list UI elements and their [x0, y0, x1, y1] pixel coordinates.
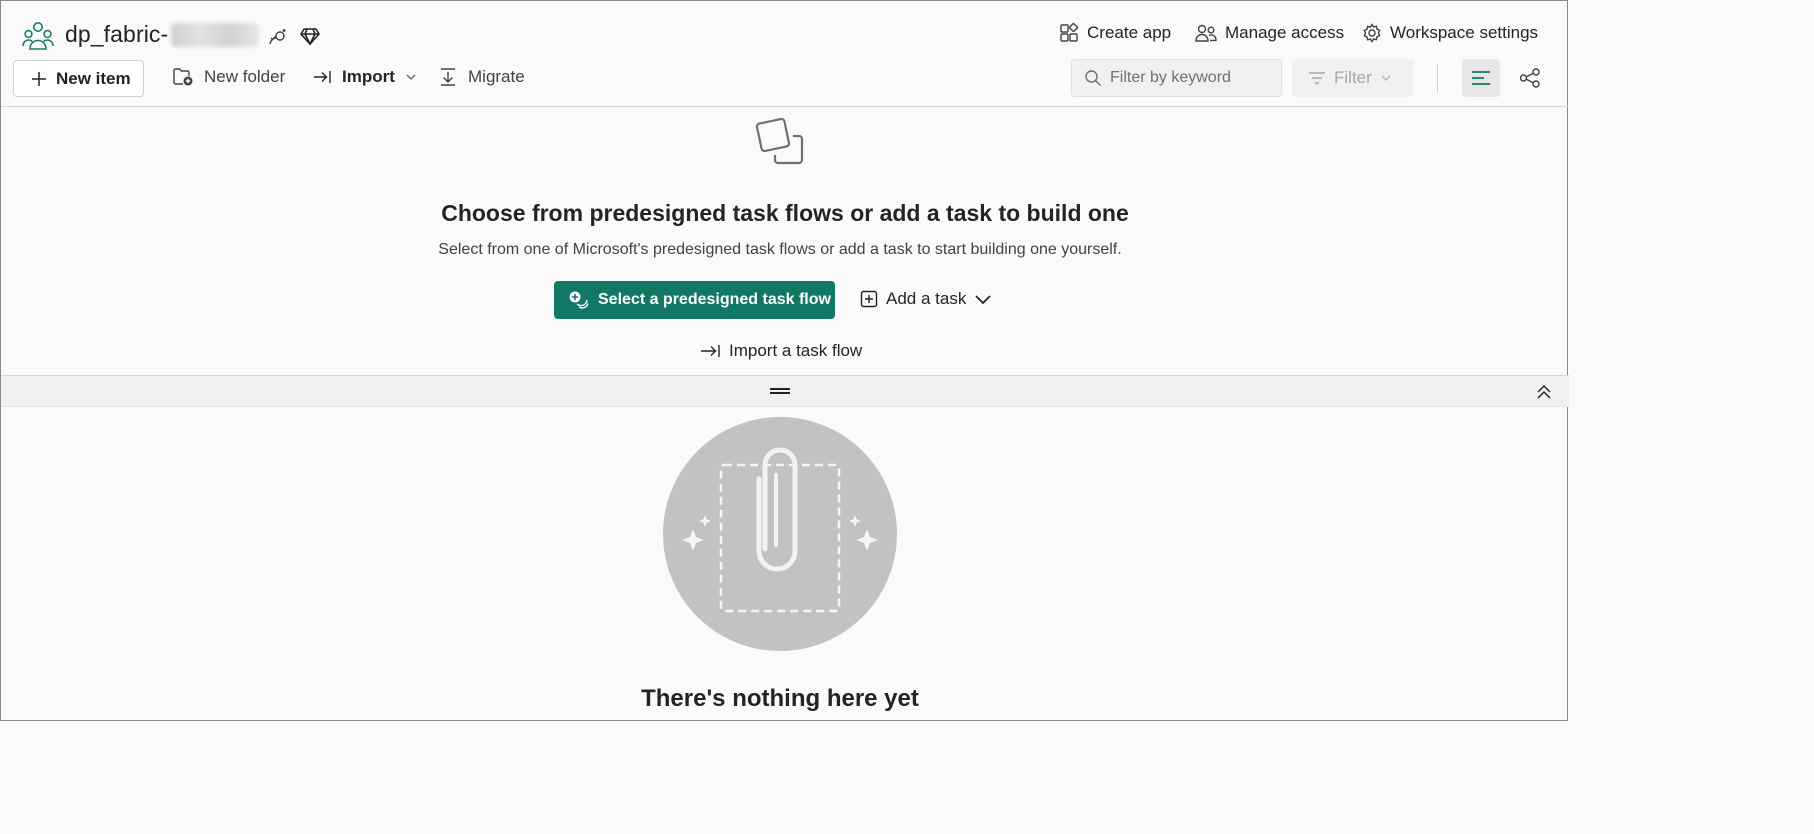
new-folder-label: New folder [204, 67, 286, 86]
toolbar-divider [1437, 63, 1438, 93]
redacted-workspace-id [171, 23, 259, 47]
workspace-settings-button[interactable]: Workspace settings [1362, 23, 1538, 43]
filter-by-keyword-field[interactable] [1071, 59, 1282, 97]
empty-state-title: There's nothing here yet [641, 685, 919, 712]
chevron-double-up-icon[interactable] [1534, 382, 1554, 402]
migrate-label: Migrate [468, 67, 525, 86]
task-flow-stack-icon [753, 116, 807, 168]
add-a-task-dropdown[interactable]: Add a task [860, 289, 992, 309]
plus-icon [30, 70, 48, 88]
lineage-view-button[interactable] [1511, 59, 1549, 97]
chevron-down-icon [974, 293, 992, 305]
workspace-people-icon [21, 19, 55, 53]
list-view-icon [1471, 70, 1491, 86]
import-task-flow-label: Import a task flow [729, 341, 863, 360]
migrate-button[interactable]: Migrate [438, 67, 525, 87]
add-a-task-label: Add a task [886, 289, 967, 308]
new-item-label: New item [56, 68, 131, 88]
create-app-label: Create app [1087, 23, 1172, 42]
manage-access-label: Manage access [1225, 23, 1345, 42]
drag-handle-icon[interactable] [770, 387, 790, 395]
migrate-icon [438, 67, 458, 87]
gear-icon [1362, 23, 1382, 43]
empty-state-illustration [663, 417, 897, 651]
search-icon [1084, 69, 1102, 87]
new-item-button[interactable]: New item [13, 60, 144, 97]
import-arrow-icon [699, 342, 721, 360]
premium-diamond-icon[interactable] [299, 25, 321, 47]
filter-icon [1308, 70, 1326, 86]
list-view-button[interactable] [1462, 59, 1500, 97]
folder-add-icon [172, 67, 194, 87]
import-label: Import [342, 67, 395, 86]
manage-access-button[interactable]: Manage access [1195, 23, 1344, 43]
select-predesigned-label: Select a predesigned task flow [598, 291, 831, 308]
task-flow-sparkle-icon[interactable] [267, 26, 289, 48]
task-flow-add-icon [568, 290, 590, 310]
add-square-icon [860, 290, 878, 308]
chevron-down-icon [1380, 73, 1392, 83]
import-task-flow-button[interactable]: Import a task flow [699, 341, 862, 361]
filter-label: Filter [1334, 68, 1372, 87]
chevron-down-icon [405, 72, 417, 82]
people-icon [1195, 23, 1217, 43]
select-predesigned-task-flow-button[interactable]: Select a predesigned task flow [554, 281, 835, 319]
task-flow-subtitle: Select from one of Microsoft's predesign… [438, 241, 1122, 258]
lineage-icon [1519, 68, 1541, 88]
task-flow-title: Choose from predesigned task flows or ad… [441, 200, 1129, 226]
app-grid-icon [1059, 23, 1079, 43]
create-app-button[interactable]: Create app [1059, 23, 1171, 43]
import-arrow-icon [312, 68, 332, 86]
import-dropdown[interactable]: Import [312, 67, 417, 87]
workspace-name: dp_fabric- [65, 21, 169, 47]
header-divider [1, 106, 1569, 107]
search-input[interactable] [1110, 69, 1270, 87]
workspace-settings-label: Workspace settings [1390, 23, 1539, 42]
new-folder-button[interactable]: New folder [172, 67, 285, 87]
filter-button[interactable]: Filter [1292, 59, 1414, 97]
